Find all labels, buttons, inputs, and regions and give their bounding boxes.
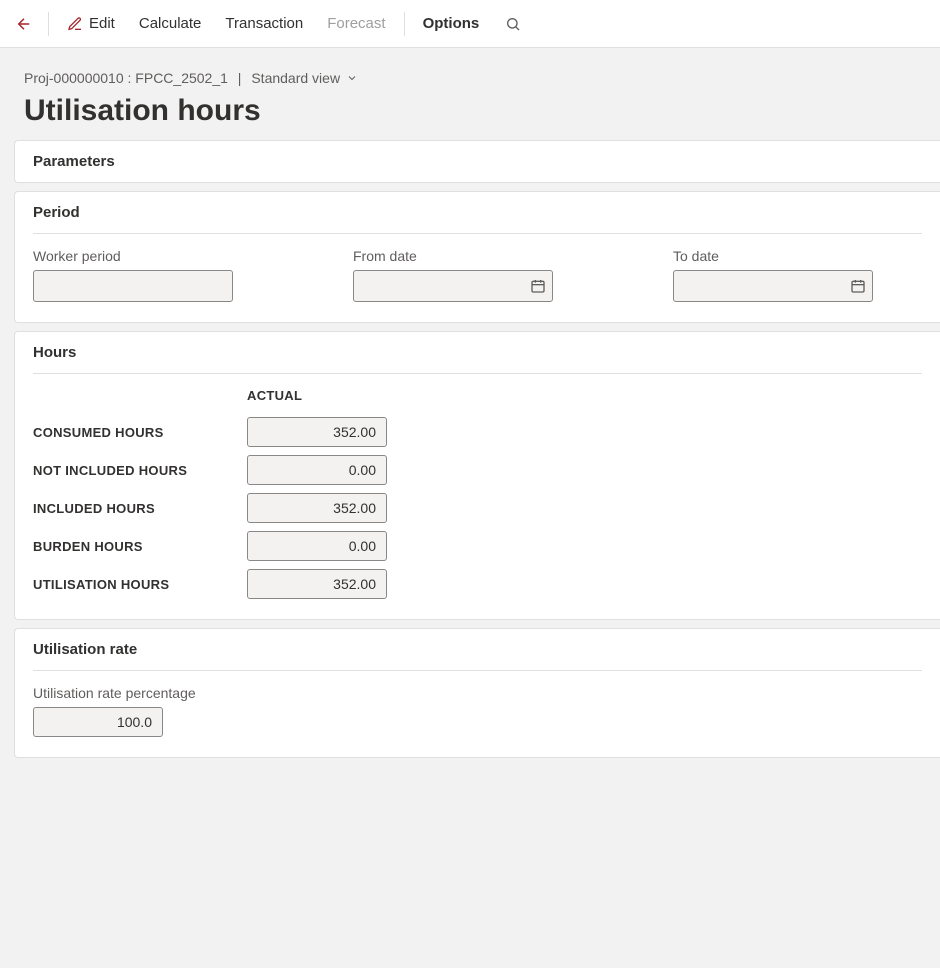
- from-date-input[interactable]: [362, 271, 544, 301]
- consumed-hours-value[interactable]: 352.00: [247, 417, 387, 447]
- rate-percentage-value[interactable]: 100.0: [33, 707, 163, 737]
- breadcrumb-view[interactable]: Standard view: [251, 70, 340, 86]
- from-date-field: From date: [353, 248, 553, 302]
- to-date-field: To date: [673, 248, 873, 302]
- not-included-hours-value[interactable]: 0.00: [247, 455, 387, 485]
- burden-hours-value[interactable]: 0.00: [247, 531, 387, 561]
- arrow-left-icon: [15, 15, 33, 33]
- from-date-label: From date: [353, 248, 553, 264]
- not-included-hours-label: NOT INCLUDED HOURS: [33, 463, 233, 478]
- rate-percentage-label: Utilisation rate percentage: [33, 685, 922, 701]
- worker-period-input[interactable]: [42, 271, 224, 301]
- rate-card: Utilisation rate Utilisation rate percen…: [14, 628, 940, 758]
- page-header: Proj-000000010 : FPCC_2502_1 | Standard …: [0, 48, 940, 140]
- period-header[interactable]: Period: [15, 192, 940, 233]
- breadcrumb-divider: |: [234, 70, 245, 86]
- options-label: Options: [423, 15, 480, 32]
- cards-area: Parameters Period Worker period From dat…: [0, 140, 940, 758]
- pencil-icon: [67, 16, 83, 32]
- period-card: Period Worker period From date: [14, 191, 940, 323]
- calendar-icon[interactable]: [530, 278, 546, 294]
- forecast-label: Forecast: [327, 15, 385, 32]
- included-hours-value[interactable]: 352.00: [247, 493, 387, 523]
- included-hours-label: INCLUDED HOURS: [33, 501, 233, 516]
- back-button[interactable]: [12, 12, 36, 36]
- toolbar: Edit Calculate Transaction Forecast Opti…: [0, 0, 940, 48]
- edit-label: Edit: [89, 15, 115, 32]
- burden-hours-label: BURDEN HOURS: [33, 539, 233, 554]
- forecast-button: Forecast: [317, 9, 395, 38]
- calendar-icon[interactable]: [850, 278, 866, 294]
- transaction-label: Transaction: [225, 15, 303, 32]
- page-title: Utilisation hours: [24, 94, 916, 128]
- breadcrumb: Proj-000000010 : FPCC_2502_1 | Standard …: [24, 70, 916, 86]
- utilisation-hours-label: UTILISATION HOURS: [33, 577, 233, 592]
- calculate-label: Calculate: [139, 15, 202, 32]
- hours-header[interactable]: Hours: [15, 332, 940, 373]
- worker-period-input-wrap: [33, 270, 233, 302]
- worker-period-label: Worker period: [33, 248, 233, 264]
- parameters-card: Parameters: [14, 140, 940, 183]
- transaction-button[interactable]: Transaction: [215, 9, 313, 38]
- rate-header[interactable]: Utilisation rate: [15, 629, 940, 670]
- utilisation-hours-value[interactable]: 352.00: [247, 569, 387, 599]
- search-icon: [505, 16, 521, 32]
- toolbar-separator: [48, 12, 49, 36]
- toolbar-separator: [404, 12, 405, 36]
- to-date-input-wrap: [673, 270, 873, 302]
- edit-button[interactable]: Edit: [57, 9, 125, 38]
- worker-period-field: Worker period: [33, 248, 233, 302]
- hours-table: ACTUAL CONSUMED HOURS 352.00 NOT INCLUDE…: [33, 388, 922, 599]
- consumed-hours-label: CONSUMED HOURS: [33, 425, 233, 440]
- calculate-button[interactable]: Calculate: [129, 9, 212, 38]
- hours-card: Hours ACTUAL CONSUMED HOURS 352.00 NOT I…: [14, 331, 940, 620]
- options-button[interactable]: Options: [413, 9, 490, 38]
- search-button[interactable]: [501, 12, 525, 36]
- parameters-header[interactable]: Parameters: [15, 141, 940, 182]
- to-date-label: To date: [673, 248, 873, 264]
- breadcrumb-project: Proj-000000010 : FPCC_2502_1: [24, 70, 228, 86]
- hours-column-actual: ACTUAL: [247, 388, 387, 409]
- chevron-down-icon[interactable]: [346, 72, 358, 84]
- to-date-input[interactable]: [682, 271, 864, 301]
- from-date-input-wrap: [353, 270, 553, 302]
